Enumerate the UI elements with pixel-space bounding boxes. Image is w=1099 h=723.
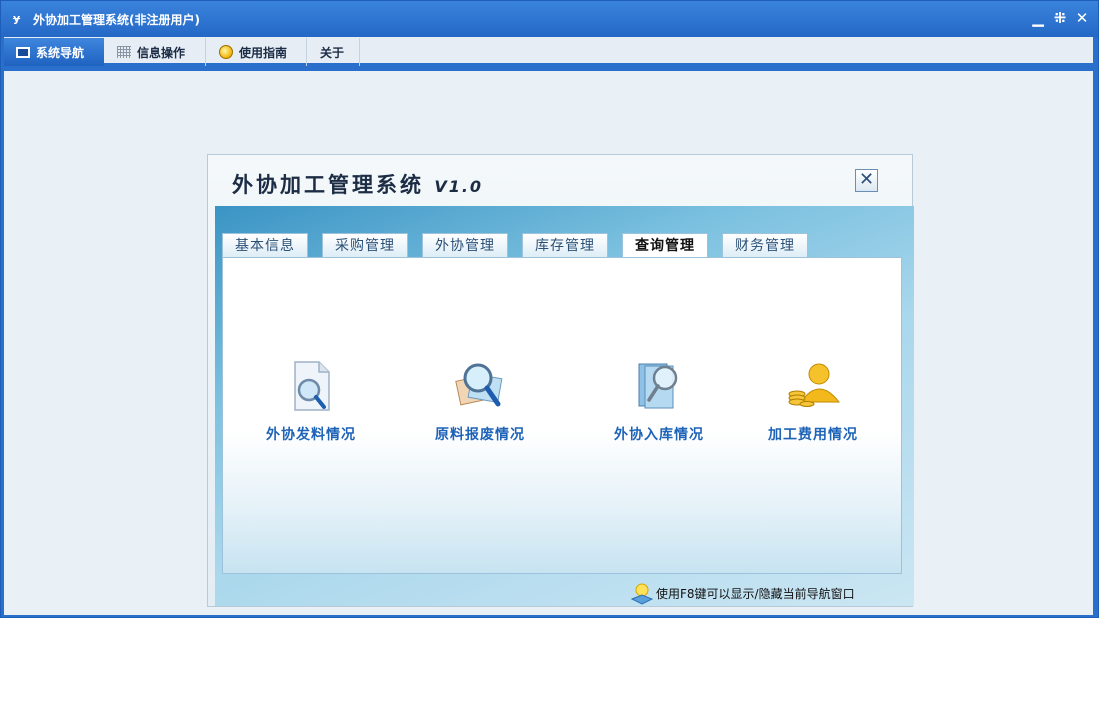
- lightbulb-pointer-icon: [630, 583, 654, 605]
- magnifier-photos-icon: [452, 358, 508, 414]
- function-label: 外协发料情况: [266, 427, 356, 443]
- tab-panel-query: 外协发料情况 原料报废情况 外协入库情况 加工费用情况: [222, 257, 902, 574]
- menu-item-label: 信息操作: [137, 45, 186, 60]
- monitor-icon: [16, 46, 30, 58]
- tab-band: 基本信息 采购管理 外协管理 库存管理 查询管理 财务管理 外协发料情况 原料报…: [215, 206, 914, 606]
- dialog-title: 外协加工管理系统 V1.0: [232, 169, 483, 199]
- menu-item-label: 关于: [320, 45, 345, 60]
- app-window: ɏ 外协加工管理系统(非注册用户) ▁ ⁜ ✕ 系统导航 信息操作 使用指南 关…: [0, 0, 1099, 618]
- dialog-title-text: 外协加工管理系统: [232, 173, 424, 197]
- hint-text: 使用F8键可以显示/隐藏当前导航窗口: [656, 586, 855, 601]
- minimize-icon[interactable]: ▁: [1030, 9, 1046, 27]
- function-outsourcing-dispatch[interactable]: 外协发料情况: [246, 358, 376, 444]
- tab-purchase[interactable]: 采购管理: [322, 233, 408, 258]
- function-label: 原料报废情况: [435, 427, 525, 443]
- function-label: 加工费用情况: [768, 427, 858, 443]
- dialog-close-button[interactable]: ✕: [855, 169, 878, 192]
- window-title: 外协加工管理系统(非注册用户): [33, 13, 200, 27]
- function-material-scrap[interactable]: 原料报废情况: [415, 358, 545, 444]
- menu-item-info-ops[interactable]: 信息操作: [105, 38, 206, 66]
- app-icon: ɏ: [13, 12, 21, 25]
- close-icon[interactable]: ✕: [1074, 9, 1090, 27]
- title-bar[interactable]: ɏ 外协加工管理系统(非注册用户) ▁ ⁜ ✕: [1, 1, 1098, 37]
- menu-item-user-guide[interactable]: 使用指南: [207, 38, 307, 66]
- user-coins-icon: [785, 358, 841, 414]
- grid-icon: [117, 46, 131, 58]
- menu-item-label: 系统导航: [36, 45, 85, 60]
- menu-item-label: 使用指南: [239, 45, 288, 60]
- menu-item-about[interactable]: 关于: [308, 38, 360, 66]
- tab-outsourcing[interactable]: 外协管理: [422, 233, 508, 258]
- tab-query[interactable]: 查询管理: [622, 233, 708, 259]
- magnifier-document-icon: [283, 358, 339, 414]
- function-outsourcing-warehousing[interactable]: 外协入库情况: [594, 358, 724, 444]
- menu-item-system-nav[interactable]: 系统导航: [4, 38, 104, 66]
- function-label: 外协入库情况: [614, 427, 704, 443]
- restore-icon[interactable]: ⁜: [1052, 9, 1068, 27]
- dialog-version: V1.0: [434, 177, 484, 196]
- magnifier-book-icon: [631, 358, 687, 414]
- window-controls: ▁ ⁜ ✕: [1030, 9, 1090, 27]
- navigation-dialog: 外协加工管理系统 V1.0 ✕ 基本信息 采购管理 外协管理 库存管理 查询管理…: [207, 154, 914, 607]
- tab-basic-info[interactable]: 基本信息: [222, 233, 308, 258]
- tab-finance[interactable]: 财务管理: [722, 233, 808, 258]
- main-content: 外协加工管理系统 V1.0 ✕ 基本信息 采购管理 外协管理 库存管理 查询管理…: [4, 71, 1093, 615]
- f8-hint: 使用F8键可以显示/隐藏当前导航窗口: [630, 583, 855, 605]
- bulb-icon: [219, 45, 233, 59]
- function-processing-cost[interactable]: 加工费用情况: [748, 358, 878, 444]
- tab-inventory[interactable]: 库存管理: [522, 233, 608, 258]
- menu-bar: 系统导航 信息操作 使用指南 关于: [4, 37, 1093, 67]
